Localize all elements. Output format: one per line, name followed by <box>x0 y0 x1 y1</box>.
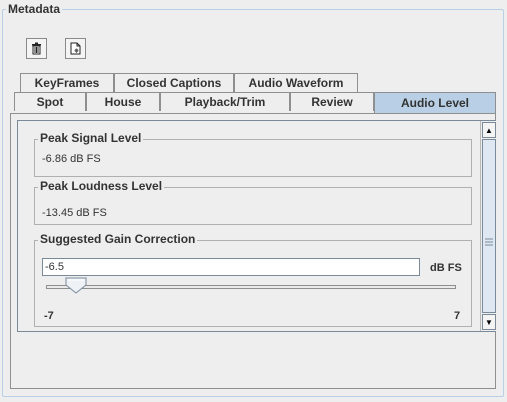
grip-icon <box>485 238 493 246</box>
tab-house[interactable]: House <box>86 92 160 111</box>
tab-audio-waveform[interactable]: Audio Waveform <box>234 73 358 92</box>
metadata-title: Metadata <box>6 2 63 16</box>
peak-signal-value: -6.86 dB FS <box>42 153 101 165</box>
tab-review[interactable]: Review <box>290 92 374 111</box>
arrow-up-icon: ▲ <box>485 125 493 135</box>
tab-audio-level[interactable]: Audio Level <box>374 92 496 113</box>
new-button[interactable] <box>65 38 86 59</box>
gain-unit-label: dB FS <box>430 262 462 274</box>
peak-loudness-value: -13.45 dB FS <box>42 207 107 219</box>
gain-input[interactable] <box>42 258 420 276</box>
tab-closed-captions[interactable]: Closed Captions <box>114 73 234 92</box>
new-document-icon <box>70 42 81 55</box>
trash-icon <box>32 42 41 55</box>
tab-spot[interactable]: Spot <box>14 92 86 111</box>
scroll-up-button[interactable]: ▲ <box>482 122 496 138</box>
slider-max-label: 7 <box>454 310 461 322</box>
gain-correction-title: Suggested Gain Correction <box>38 232 198 246</box>
scroll-down-button[interactable]: ▼ <box>482 314 496 330</box>
tab-playback-trim[interactable]: Playback/Trim <box>160 92 290 111</box>
tab-keyframes[interactable]: KeyFrames <box>20 73 114 92</box>
scroll-thumb[interactable] <box>482 139 496 313</box>
vertical-scrollbar[interactable]: ▲ ▼ <box>480 121 496 331</box>
peak-signal-title: Peak Signal Level <box>38 131 144 145</box>
gain-correction-group <box>34 240 472 327</box>
slider-min-label: -7 <box>44 310 54 322</box>
delete-button[interactable] <box>26 38 47 59</box>
peak-loudness-title: Peak Loudness Level <box>38 179 165 193</box>
arrow-down-icon: ▼ <box>485 317 493 327</box>
gain-slider-track[interactable] <box>46 285 456 289</box>
gain-slider-thumb[interactable] <box>65 277 87 294</box>
